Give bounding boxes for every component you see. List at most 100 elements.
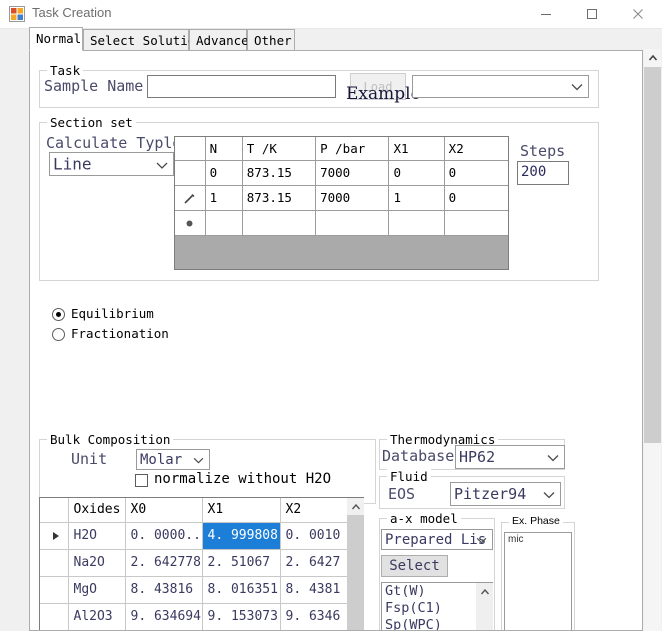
cell-x0[interactable]: 8. 43816: [125, 576, 202, 603]
oxide-grid-col-x0: X0: [125, 498, 202, 522]
example-combo[interactable]: [412, 75, 589, 98]
oxide-grid-scrollbar[interactable]: [347, 498, 364, 631]
table-row: H2O 0. 0000... 4. 999808 0. 0010: [40, 522, 364, 549]
calculate-type-label: Calculate Typle: [46, 134, 181, 152]
cell-x2[interactable]: 0: [444, 160, 508, 185]
window-title: Task Creation: [32, 5, 111, 20]
cell-x1[interactable]: 2. 51067: [202, 549, 280, 576]
cell-x1[interactable]: 4. 999808: [202, 522, 280, 549]
section-grid-col-n: N: [205, 137, 242, 160]
phase-list-scrollbar[interactable]: [476, 583, 493, 631]
sample-name-input[interactable]: [147, 75, 336, 98]
section-grid-col-x2: X2: [444, 137, 508, 160]
fluid-group-label: Fluid: [387, 469, 431, 484]
table-row: Na2O 2. 642778 2. 51067 2. 6427: [40, 549, 364, 576]
ex-phase-group-label: Ex. Phase: [509, 515, 563, 527]
form-scrollbar[interactable]: [644, 49, 661, 631]
cell-t[interactable]: 873.15: [242, 185, 315, 210]
tab-other[interactable]: Other: [247, 29, 295, 50]
list-item[interactable]: mic: [505, 533, 571, 547]
section-set-group-label: Section set: [47, 115, 136, 130]
close-button[interactable]: [615, 0, 661, 28]
radio-equilibrium-label: Equilibrium: [71, 306, 154, 321]
tab-advance[interactable]: Advance: [189, 29, 247, 50]
table-row: Al2O3 9. 634694 9. 153073 9. 6346: [40, 603, 364, 630]
row-marker[interactable]: [175, 160, 205, 185]
minimize-icon: [540, 8, 552, 20]
table-row: MgO 8. 43816 8. 016351 8. 4381: [40, 576, 364, 603]
minimize-button[interactable]: [523, 0, 569, 28]
cell-oxide[interactable]: H2O: [68, 522, 125, 549]
cell-x1[interactable]: 9. 153073: [202, 603, 280, 630]
cell-x0[interactable]: 9. 634694: [125, 603, 202, 630]
eos-combo[interactable]: Pitzer94: [450, 482, 561, 506]
cell-x0[interactable]: 0. 0000...: [125, 522, 202, 549]
cell-t[interactable]: 873.15: [242, 160, 315, 185]
close-icon: [632, 8, 644, 20]
unit-combo[interactable]: Molar: [136, 449, 210, 470]
cell-t[interactable]: [242, 210, 315, 235]
cell-x2[interactable]: [444, 210, 508, 235]
scroll-up-icon[interactable]: [347, 498, 364, 515]
form-icon: [9, 6, 25, 22]
normalize-checkbox-label: normalize without H2O: [154, 471, 331, 487]
radio-fractionation-label: Fractionation: [71, 326, 169, 341]
chevron-down-icon: [476, 532, 487, 548]
ex-phase-list[interactable]: mic: [504, 532, 572, 631]
section-grid-col-t: T /K: [242, 137, 315, 160]
scroll-up-icon[interactable]: [476, 583, 493, 600]
database-label: Database: [382, 447, 454, 465]
tab-normal[interactable]: Normal: [29, 27, 83, 51]
new-row-icon[interactable]: [175, 210, 205, 235]
cell-oxide[interactable]: Na2O: [68, 549, 125, 576]
section-grid[interactable]: N T /K P /bar X1 X2 0 873.15 7000 0 0: [174, 136, 509, 270]
ax-model-group-label: a-x model: [387, 511, 461, 526]
table-row: 0 873.15 7000 0 0: [175, 160, 509, 185]
tab-select-solution[interactable]: Select Solution: [83, 29, 189, 50]
cell-n[interactable]: [205, 210, 242, 235]
row-marker[interactable]: [40, 549, 68, 576]
tab-panel-normal: Task Sample Name Load Example Section se…: [29, 50, 643, 631]
row-selector-icon[interactable]: [40, 522, 68, 549]
oxide-grid-col-0: [40, 498, 68, 522]
chevron-down-icon: [547, 448, 559, 466]
chevron-down-icon: [543, 485, 555, 503]
cell-x1[interactable]: 1: [389, 185, 444, 210]
calculate-type-combo[interactable]: Line: [49, 152, 174, 176]
database-combo[interactable]: HP62: [455, 445, 565, 469]
pencil-icon[interactable]: [175, 185, 205, 210]
section-grid-col-x1: X1: [389, 137, 444, 160]
cell-x1[interactable]: 8. 016351: [202, 576, 280, 603]
scroll-thumb[interactable]: [644, 67, 661, 443]
scroll-up-icon[interactable]: [644, 49, 661, 66]
cell-n[interactable]: 0: [205, 160, 242, 185]
steps-label: Steps: [520, 142, 565, 160]
section-grid-col-p: P /bar: [316, 137, 389, 160]
cell-oxide[interactable]: MgO: [68, 576, 125, 603]
task-group-label: Task: [47, 63, 83, 78]
cell-x0[interactable]: 2. 642778: [125, 549, 202, 576]
chevron-down-icon: [193, 452, 204, 468]
client-area: Normal Select Solution Advance Other Tas…: [0, 28, 662, 631]
oxide-grid[interactable]: Oxides X0 X1 X2 H2O 0. 0000... 4. 999808…: [39, 497, 364, 631]
radio-equilibrium-mark: [52, 308, 65, 321]
table-row-new: [175, 210, 509, 235]
cell-x1[interactable]: [389, 210, 444, 235]
cell-n[interactable]: 1: [205, 185, 242, 210]
row-marker[interactable]: [40, 603, 68, 630]
example-label[interactable]: Example: [346, 84, 421, 104]
cell-p[interactable]: 7000: [316, 160, 389, 185]
scroll-thumb[interactable]: [347, 515, 364, 631]
ax-model-combo[interactable]: Prepared Lis: [381, 529, 493, 550]
eos-combo-value: Pitzer94: [454, 485, 526, 503]
cell-x1[interactable]: 0: [389, 160, 444, 185]
cell-oxide[interactable]: Al2O3: [68, 603, 125, 630]
maximize-button[interactable]: [569, 0, 615, 28]
bulk-composition-group-label: Bulk Composition: [47, 432, 173, 447]
cell-p[interactable]: 7000: [316, 185, 389, 210]
steps-input[interactable]: 200: [517, 161, 569, 185]
cell-x2[interactable]: 0: [444, 185, 508, 210]
select-button[interactable]: Select: [381, 555, 448, 577]
cell-p[interactable]: [316, 210, 389, 235]
row-marker[interactable]: [40, 576, 68, 603]
